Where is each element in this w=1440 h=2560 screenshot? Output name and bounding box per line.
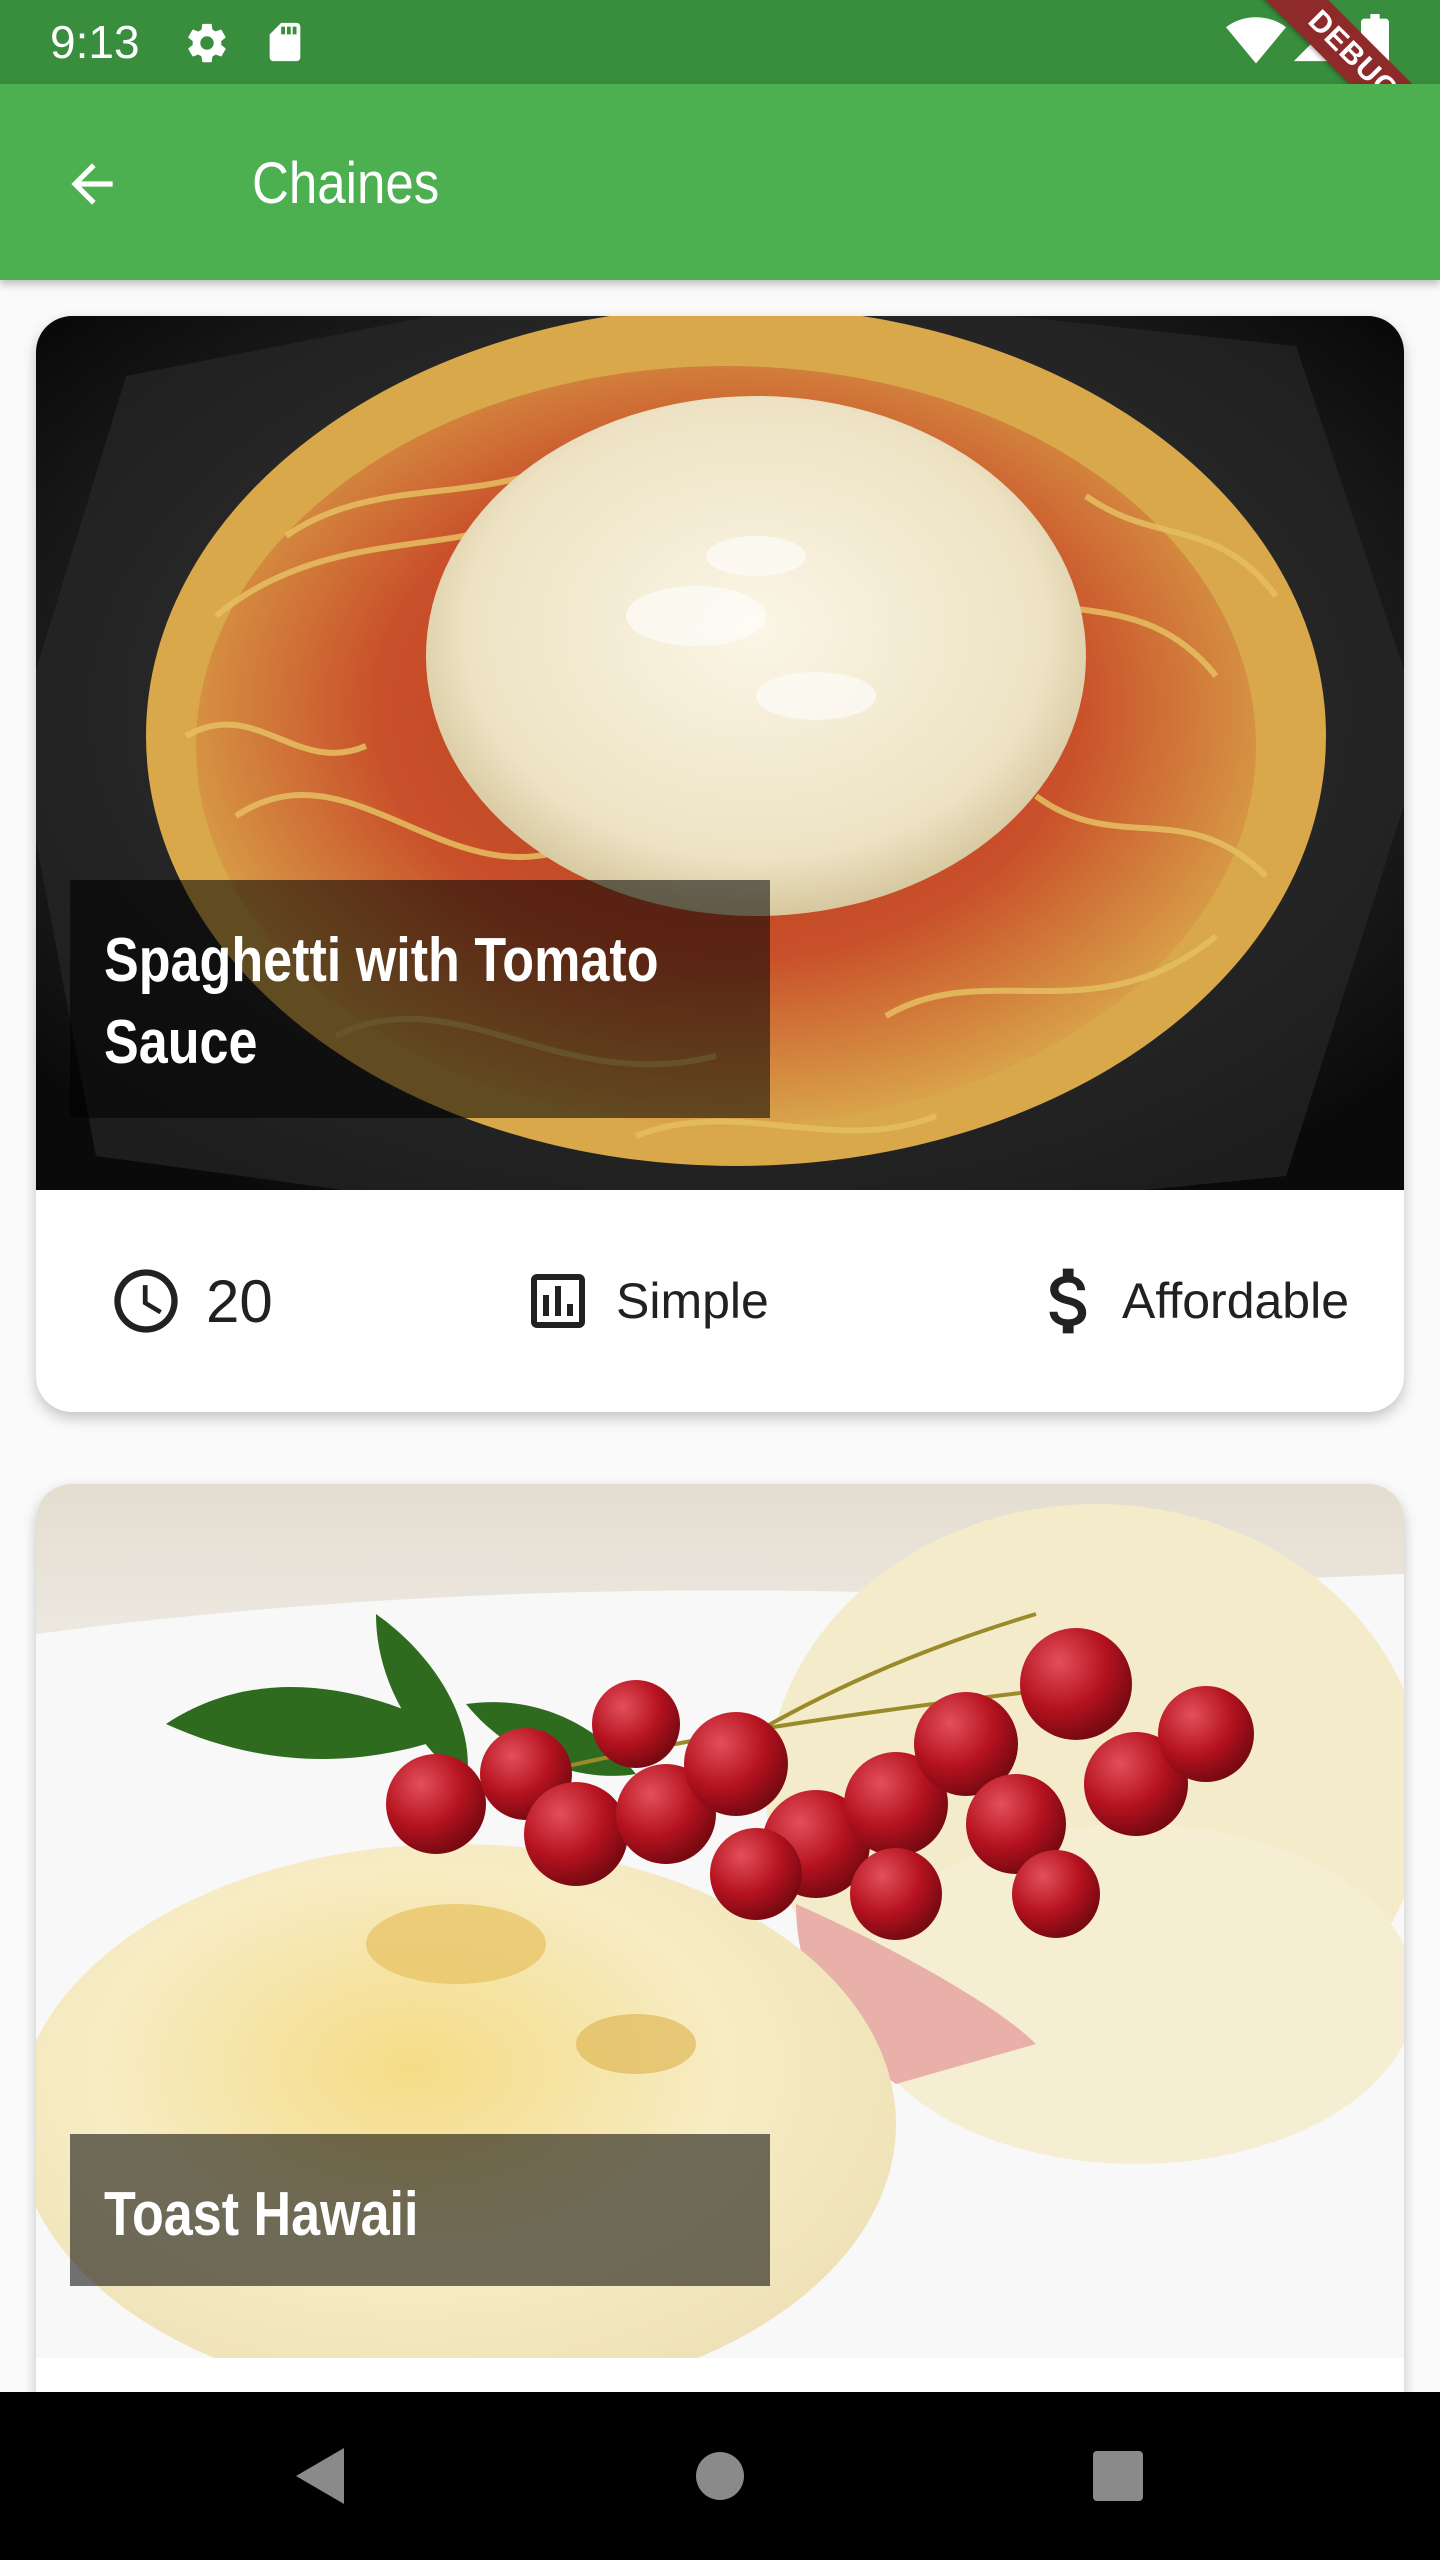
dollar-icon bbox=[1040, 1265, 1100, 1337]
meal-image-spaghetti: Spaghetti with Tomato Sauce bbox=[36, 316, 1404, 1190]
status-bar: 9:13 DEBUG bbox=[0, 0, 1440, 189]
nav-back-button[interactable] bbox=[268, 2426, 368, 2526]
bar-chart-icon bbox=[522, 1265, 594, 1337]
meal-title: Spaghetti with Tomato Sauce bbox=[104, 926, 659, 1077]
recents-square-icon bbox=[1093, 2451, 1143, 2501]
wifi-icon bbox=[1226, 16, 1286, 66]
back-triangle-icon bbox=[296, 2448, 344, 2504]
page-title: Chaines bbox=[252, 151, 440, 216]
sd-card-icon bbox=[262, 18, 308, 66]
meal-title-overlay: Toast Hawaii bbox=[70, 2134, 770, 2286]
meal-meta-row: 20 Simple Affordable bbox=[36, 1190, 1404, 1412]
meal-complexity: Simple bbox=[522, 1190, 769, 1412]
meal-card[interactable]: Spaghetti with Tomato Sauce 20 Simple Af… bbox=[36, 316, 1404, 1412]
arrow-back-icon bbox=[71, 163, 113, 205]
meal-image-toast-hawaii: Toast Hawaii bbox=[36, 1484, 1404, 2358]
meal-title-overlay: Spaghetti with Tomato Sauce bbox=[70, 880, 770, 1118]
status-time: 9:13 bbox=[50, 16, 140, 68]
back-button[interactable] bbox=[46, 138, 138, 230]
nav-recents-button[interactable] bbox=[1068, 2426, 1168, 2526]
meal-duration: 20 bbox=[108, 1190, 273, 1412]
nav-home-button[interactable] bbox=[670, 2426, 770, 2526]
meal-duration-value: 20 bbox=[206, 1267, 273, 1335]
meal-complexity-value: Simple bbox=[616, 1273, 769, 1329]
navigation-bar bbox=[0, 2392, 1440, 2560]
home-circle-icon bbox=[696, 2452, 744, 2500]
meal-affordability: Affordable bbox=[1040, 1190, 1349, 1412]
meal-affordability-value: Affordable bbox=[1122, 1273, 1350, 1329]
meal-title: Toast Hawaii bbox=[104, 2180, 419, 2249]
app-bar: Chaines bbox=[0, 84, 1440, 280]
screen: 9:13 DEBUG Chaines Spaghetti with Tomato… bbox=[0, 0, 1440, 2560]
clock-icon bbox=[108, 1263, 184, 1339]
settings-icon bbox=[184, 20, 230, 66]
